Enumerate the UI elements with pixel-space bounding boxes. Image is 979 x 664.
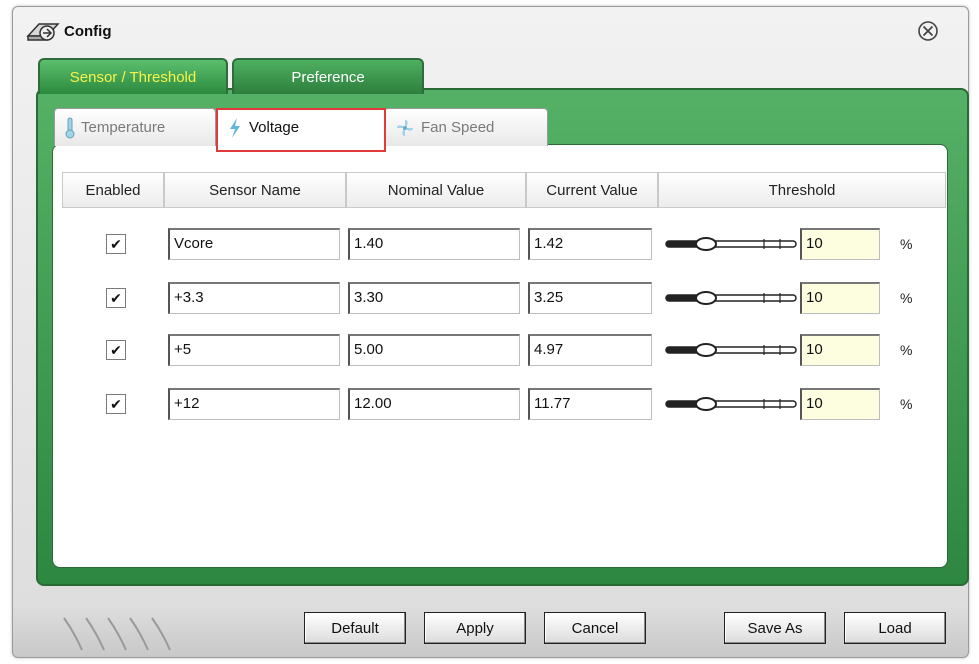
table-row: ✔ +5 5.00 4.97 10 % — [0, 334, 979, 368]
header-threshold: Threshold — [658, 172, 946, 208]
current-value-field: 1.42 — [528, 228, 652, 260]
percent-unit: % — [900, 290, 913, 306]
nominal-value-field[interactable]: 1.40 — [348, 228, 520, 260]
sensor-name-field[interactable]: +12 — [168, 388, 340, 420]
enabled-checkbox[interactable]: ✔ — [106, 394, 126, 414]
threshold-percent-field[interactable]: 10 — [800, 282, 880, 314]
fan-icon — [395, 118, 415, 138]
current-value-field: 3.25 — [528, 282, 652, 314]
threshold-percent-field[interactable]: 10 — [800, 228, 880, 260]
tab-preference[interactable]: Preference — [232, 58, 424, 94]
thermometer-icon — [65, 117, 75, 139]
enabled-checkbox[interactable]: ✔ — [106, 234, 126, 254]
percent-unit: % — [900, 342, 913, 358]
table-row: ✔ Vcore 1.40 1.42 10 % — [0, 228, 979, 262]
enabled-checkbox[interactable]: ✔ — [106, 340, 126, 360]
config-app-icon — [26, 23, 60, 41]
sensor-name-field[interactable]: Vcore — [168, 228, 340, 260]
tab-sensor-threshold[interactable]: Sensor / Threshold — [38, 58, 228, 94]
enabled-checkbox[interactable]: ✔ — [106, 288, 126, 308]
apply-button[interactable]: Apply — [424, 612, 526, 644]
current-value-field: 4.97 — [528, 334, 652, 366]
header-enabled: Enabled — [62, 172, 164, 208]
default-button[interactable]: Default — [304, 612, 406, 644]
table-row: ✔ +12 12.00 11.77 10 % — [0, 388, 979, 422]
lightning-icon — [227, 117, 243, 139]
threshold-slider[interactable] — [664, 340, 798, 360]
percent-unit: % — [900, 236, 913, 252]
window-title: Config — [64, 23, 112, 40]
close-icon[interactable] — [917, 20, 939, 42]
percent-unit: % — [900, 396, 913, 412]
subtab-voltage-label: Voltage — [249, 119, 300, 136]
sensor-name-field[interactable]: +5 — [168, 334, 340, 366]
threshold-percent-field[interactable]: 10 — [800, 388, 880, 420]
save-as-button[interactable]: Save As — [724, 612, 826, 644]
nominal-value-field[interactable]: 3.30 — [348, 282, 520, 314]
subtab-fan-speed-label: Fan Speed — [421, 119, 495, 136]
threshold-percent-field[interactable]: 10 — [800, 334, 880, 366]
header-nominal-value: Nominal Value — [346, 172, 526, 208]
table-row: ✔ +3.3 3.30 3.25 10 % — [0, 282, 979, 316]
nominal-value-field[interactable]: 12.00 — [348, 388, 520, 420]
cancel-button[interactable]: Cancel — [544, 612, 646, 644]
nominal-value-field[interactable]: 5.00 — [348, 334, 520, 366]
resize-grip-icon — [63, 617, 171, 651]
sensor-name-field[interactable]: +3.3 — [168, 282, 340, 314]
subtab-temperature[interactable]: Temperature — [54, 108, 216, 146]
subtab-voltage[interactable]: Voltage — [216, 108, 386, 146]
threshold-slider[interactable] — [664, 288, 798, 308]
header-current-value: Current Value — [526, 172, 658, 208]
subtab-temperature-label: Temperature — [81, 119, 166, 136]
threshold-slider[interactable] — [664, 234, 798, 254]
subtab-fan-speed[interactable]: Fan Speed — [384, 108, 548, 146]
header-sensor-name: Sensor Name — [164, 172, 346, 208]
current-value-field: 11.77 — [528, 388, 652, 420]
load-button[interactable]: Load — [844, 612, 946, 644]
threshold-slider[interactable] — [664, 394, 798, 414]
